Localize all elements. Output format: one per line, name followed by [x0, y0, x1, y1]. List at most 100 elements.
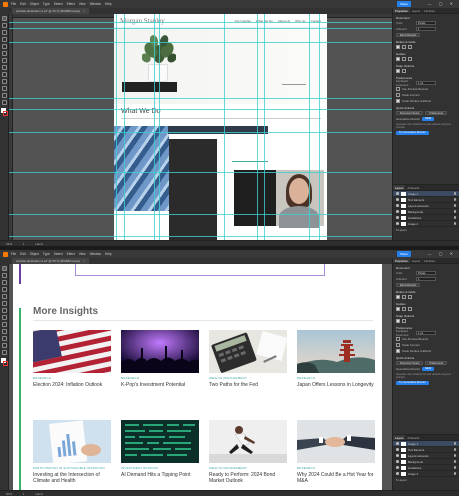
try-generative-recolor-button[interactable]: Try Generative Recolor	[396, 380, 429, 386]
eye-icon[interactable]	[396, 204, 399, 207]
insight-card[interactable]: WEALTH MANAGEMENT Two Paths for the Fed	[209, 330, 287, 388]
pixel-grid-toggle-icon[interactable]	[408, 45, 412, 49]
tab-libraries[interactable]: Libraries	[422, 8, 437, 13]
card-headline[interactable]: Japan Offers Lessons in Longevity	[297, 382, 375, 388]
stroke-swatch[interactable]	[3, 111, 8, 116]
artboard-tool-icon[interactable]	[2, 336, 7, 341]
close-tab-icon[interactable]: ×	[83, 259, 85, 263]
window-controls[interactable]: — ▢ ✕	[428, 251, 456, 256]
selection-tool-icon[interactable]	[2, 266, 7, 271]
guide[interactable]	[154, 14, 155, 240]
share-button[interactable]: Share	[397, 251, 411, 257]
direct-selection-tool-icon[interactable]	[2, 273, 7, 278]
guide[interactable]	[224, 14, 225, 240]
artboard-insights[interactable]: More Insights RESEARCH Election 2024: In…	[13, 264, 382, 490]
eye-icon[interactable]	[396, 222, 399, 225]
guide[interactable]	[9, 22, 392, 23]
pixel-grid-toggle-icon[interactable]	[408, 295, 412, 299]
preferences-button[interactable]: Preferences	[425, 360, 448, 366]
rulers-toggle-icon[interactable]	[396, 45, 400, 49]
target-icon[interactable]	[453, 454, 456, 457]
guides-lock-icon[interactable]	[402, 57, 406, 61]
menu-object[interactable]: Object	[30, 252, 39, 256]
card-headline[interactable]: Two Paths for the Fed	[209, 382, 287, 388]
menu-file[interactable]: File	[11, 2, 16, 6]
type-tool-icon[interactable]	[2, 287, 7, 292]
snap-pixel-icon[interactable]	[402, 69, 406, 73]
smart-guides-icon[interactable]	[408, 307, 412, 311]
canvas-area[interactable]: More Insights RESEARCH Election 2024: In…	[9, 264, 392, 490]
scale-corners-checkbox[interactable]	[396, 343, 400, 347]
scale-strokes-checkbox[interactable]	[396, 99, 400, 103]
insight-card[interactable]: PARTICIPATION IN SUSTAINABLE INVESTING I…	[33, 420, 111, 484]
tab-layers-panel[interactable]: Layers	[393, 185, 406, 190]
guide[interactable]	[264, 14, 265, 240]
menu-view[interactable]: View	[79, 2, 86, 6]
units-select[interactable]: Pixels	[416, 21, 436, 25]
tab-properties[interactable]: Properties	[393, 8, 410, 13]
guide[interactable]	[9, 214, 392, 215]
menu-select[interactable]: Select	[54, 252, 63, 256]
insight-card[interactable]: INVESTMENT BANKING AI Demand Hits a Tipp…	[121, 420, 199, 478]
guide[interactable]	[319, 14, 320, 240]
zoom-level[interactable]: 50%	[6, 492, 12, 496]
document-setup-button[interactable]: Document Setup	[396, 110, 424, 116]
grid-toggle-icon[interactable]	[402, 295, 406, 299]
hand-tool-icon[interactable]	[2, 93, 7, 98]
snap-point-icon[interactable]	[396, 69, 400, 73]
card-headline[interactable]: Investing at the Intersection of Climate…	[33, 472, 111, 484]
eye-icon[interactable]	[396, 454, 399, 457]
rotate-tool-icon[interactable]	[2, 315, 7, 320]
guide[interactable]	[9, 172, 392, 173]
eye-icon[interactable]	[396, 466, 399, 469]
vertical-ruler[interactable]	[9, 14, 13, 240]
guide[interactable]	[9, 236, 392, 237]
scale-tool-icon[interactable]	[2, 72, 7, 77]
close-tab-icon[interactable]: ×	[83, 9, 85, 13]
units-select[interactable]: Pixels	[416, 271, 436, 275]
tab-properties[interactable]: Properties	[393, 258, 410, 263]
zoom-tool-icon[interactable]	[2, 350, 7, 355]
menu-object[interactable]: Object	[30, 2, 39, 6]
artboard-homepage[interactable]: Morgan Stanley Our Insights What We Do A…	[114, 14, 327, 240]
scale-strokes-checkbox[interactable]	[396, 349, 400, 353]
guide[interactable]	[9, 109, 392, 110]
canvas-area[interactable]: Morgan Stanley Our Insights What We Do A…	[9, 14, 392, 240]
eye-icon[interactable]	[396, 460, 399, 463]
menu-type[interactable]: Type	[43, 252, 50, 256]
card-headline[interactable]: Ready to Perform: 2024 Bond Market Outlo…	[209, 472, 287, 484]
rotate-tool-icon[interactable]	[2, 65, 7, 70]
zoom-tool-icon[interactable]	[2, 100, 7, 105]
guide[interactable]	[9, 98, 392, 99]
guide[interactable]	[9, 132, 392, 133]
guide[interactable]	[116, 14, 117, 240]
target-icon[interactable]	[453, 466, 456, 469]
tab-layers[interactable]: Layers	[410, 8, 422, 13]
menu-effect[interactable]: Effect	[67, 2, 75, 6]
snap-point-icon[interactable]	[396, 319, 400, 323]
menu-help[interactable]: Help	[105, 2, 112, 6]
eye-icon[interactable]	[396, 448, 399, 451]
menu-window[interactable]: Window	[90, 252, 101, 256]
insight-card[interactable]: WEALTH MANAGEMENT Ready to Perform: 2024…	[209, 420, 287, 484]
keyboard-increment-input[interactable]: 1 px	[416, 81, 436, 85]
rulers-toggle-icon[interactable]	[396, 295, 400, 299]
menu-select[interactable]: Select	[54, 2, 63, 6]
guide[interactable]	[257, 14, 258, 240]
edit-artboards-button[interactable]: Edit Artboards	[396, 32, 421, 38]
tab-artboards-panel[interactable]: Artboards	[405, 185, 421, 190]
scale-corners-checkbox[interactable]	[396, 93, 400, 97]
illustrator-app-icon[interactable]	[3, 1, 8, 7]
try-generative-recolor-button[interactable]: Try Generative Recolor	[396, 130, 429, 136]
line-tool-icon[interactable]	[2, 44, 7, 49]
tab-layers[interactable]: Layers	[410, 258, 422, 263]
artboard-number[interactable]: 1	[23, 492, 25, 496]
card-headline[interactable]: Why 2024 Could Be a Hot Year for M&A	[297, 472, 375, 484]
target-icon[interactable]	[453, 210, 456, 213]
menu-effect[interactable]: Effect	[67, 252, 75, 256]
menu-view[interactable]: View	[79, 252, 86, 256]
menu-help[interactable]: Help	[105, 252, 112, 256]
guides-show-icon[interactable]	[396, 57, 400, 61]
guide[interactable]	[159, 14, 160, 240]
edit-artboards-button[interactable]: Edit Artboards	[396, 282, 421, 288]
